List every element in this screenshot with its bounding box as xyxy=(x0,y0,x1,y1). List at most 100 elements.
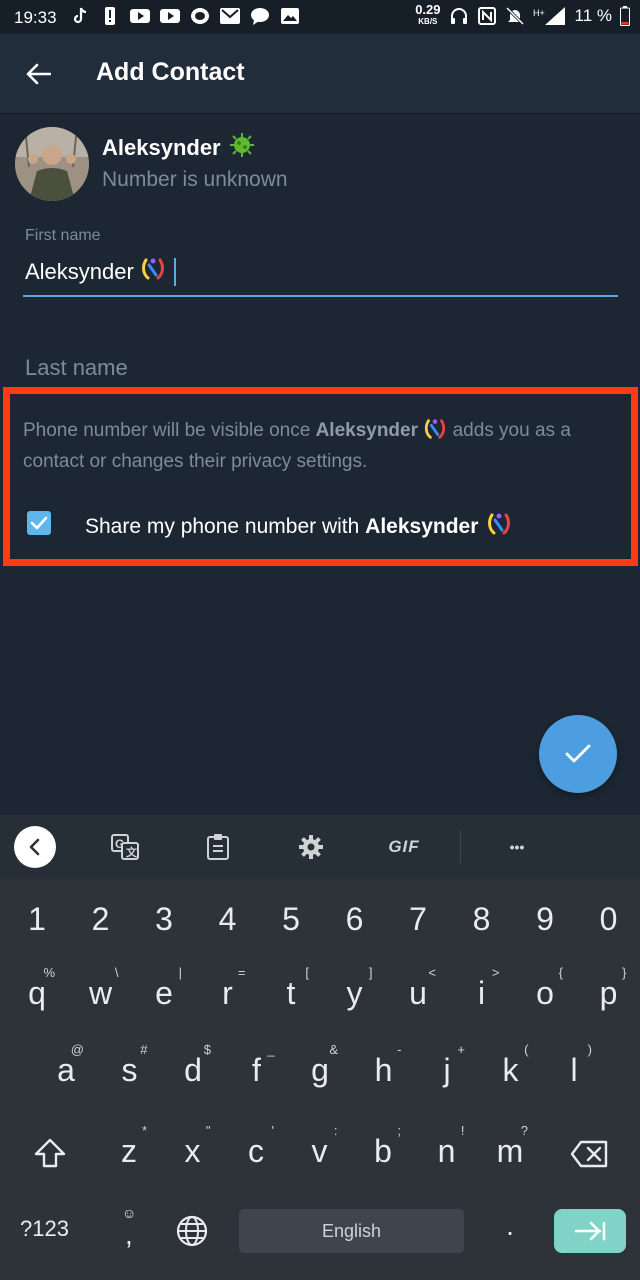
gif-button[interactable]: GIF xyxy=(386,832,422,862)
contact-name-text: Aleksynder xyxy=(102,135,221,160)
key-u[interactable]: u < xyxy=(386,965,450,1012)
key-hint: ; xyxy=(397,1123,401,1138)
key-s[interactable]: s # xyxy=(98,1042,162,1089)
key-z[interactable]: z * xyxy=(97,1123,161,1170)
key-label: x xyxy=(184,1133,201,1169)
collapse-keyboard-button[interactable] xyxy=(14,826,56,868)
key-k[interactable]: k( xyxy=(479,1042,543,1089)
key-hint: ! xyxy=(460,1123,465,1138)
key-5[interactable]: 5 xyxy=(259,901,323,938)
key-n[interactable]: n! xyxy=(415,1123,479,1170)
key-hint: " xyxy=(205,1123,211,1138)
key-p[interactable]: p} xyxy=(577,965,640,1012)
key-d[interactable]: d $ xyxy=(161,1042,225,1089)
status-bar: 19:33 0.29 KB/S H+ 11 % xyxy=(0,0,640,34)
key-m[interactable]: m? xyxy=(478,1123,542,1170)
key-label: v xyxy=(311,1133,328,1169)
key-hint: } xyxy=(622,965,627,980)
key-4[interactable]: 4 xyxy=(196,901,260,938)
key-1[interactable]: 1 xyxy=(5,901,69,938)
key-a[interactable]: a @ xyxy=(34,1042,98,1089)
key-f[interactable]: f _ xyxy=(225,1042,289,1089)
key-l[interactable]: l) xyxy=(542,1042,606,1089)
key-hint: # xyxy=(140,1042,148,1057)
tiktok-icon xyxy=(70,7,90,25)
translate-icon[interactable]: G文 xyxy=(110,832,140,862)
key-label: 1 xyxy=(28,901,46,937)
key-hint: & xyxy=(329,1042,338,1057)
key-v[interactable]: v: xyxy=(288,1123,352,1170)
signal-icon: H+ xyxy=(533,7,567,25)
key-label: m xyxy=(496,1133,524,1169)
enter-key[interactable] xyxy=(554,1209,626,1253)
backspace-key[interactable] xyxy=(570,1140,610,1170)
key-2[interactable]: 2 xyxy=(69,901,133,938)
mute-icon xyxy=(505,7,525,25)
space-key[interactable]: English xyxy=(239,1209,464,1253)
key-label: 2 xyxy=(91,901,110,937)
settings-icon[interactable] xyxy=(297,832,325,862)
key-j[interactable]: j + xyxy=(415,1042,479,1089)
key-hint: < xyxy=(428,965,436,980)
key-hint: @ xyxy=(70,1042,84,1057)
check-icon xyxy=(30,516,48,530)
text-cursor xyxy=(173,258,176,286)
key-h[interactable]: h- xyxy=(352,1042,416,1089)
notification-icons xyxy=(70,7,300,25)
tab-arrow-icon xyxy=(574,1221,606,1241)
key-g[interactable]: g & xyxy=(288,1042,352,1089)
keyboard-toolbar: G文 GIF ••• xyxy=(0,815,640,879)
key-x[interactable]: x " xyxy=(161,1123,225,1170)
period-key[interactable]: . xyxy=(500,1210,520,1242)
globe-icon xyxy=(176,1215,208,1247)
key-y[interactable]: y] xyxy=(323,965,387,1012)
key-e[interactable]: e | xyxy=(132,965,196,1012)
key-c[interactable]: c ' xyxy=(224,1123,288,1170)
key-label: s xyxy=(121,1052,138,1088)
key-9[interactable]: 9 xyxy=(513,901,577,938)
key-label: 4 xyxy=(218,901,237,937)
key-label: q xyxy=(28,975,46,1011)
comma-key[interactable]: ☺ , xyxy=(116,1205,144,1251)
key-o[interactable]: o{ xyxy=(513,965,577,1012)
key-label: 8 xyxy=(472,901,491,937)
network-speed: 0.29 KB/S xyxy=(415,2,441,26)
clipboard-icon[interactable] xyxy=(205,832,231,862)
symbols-key[interactable]: ?123 xyxy=(20,1216,69,1242)
privacy-info-text: Phone number will be visible once Aleksy… xyxy=(23,417,623,475)
key-hint: | xyxy=(178,965,182,980)
youtube-icon xyxy=(160,7,180,25)
shift-key[interactable] xyxy=(32,1137,70,1171)
key-3[interactable]: 3 xyxy=(132,901,196,938)
confirm-button[interactable] xyxy=(539,715,617,793)
key-r[interactable]: r = xyxy=(196,965,260,1012)
check-icon xyxy=(565,744,591,763)
language-key[interactable] xyxy=(176,1215,210,1249)
key-w[interactable]: w \ xyxy=(69,965,133,1012)
key-i[interactable]: i > xyxy=(450,965,514,1012)
key-t[interactable]: t[ xyxy=(259,965,323,1012)
share-phone-checkbox[interactable] xyxy=(27,511,51,535)
first-name-field[interactable]: Aleksynder xyxy=(25,256,176,288)
back-button[interactable] xyxy=(18,56,58,92)
key-6[interactable]: 6 xyxy=(323,901,387,938)
first-name-label: First name xyxy=(25,227,101,244)
key-b[interactable]: b; xyxy=(351,1123,415,1170)
avatar[interactable] xyxy=(15,127,89,201)
key-hint: ( xyxy=(524,1042,529,1057)
key-0[interactable]: 0 xyxy=(577,901,640,938)
key-label: 6 xyxy=(345,901,364,937)
key-label: t xyxy=(286,975,296,1011)
key-8[interactable]: 8 xyxy=(450,901,514,938)
last-name-field[interactable]: Last name xyxy=(25,355,128,381)
key-7[interactable]: 7 xyxy=(386,901,450,938)
share-phone-label[interactable]: Share my phone number with Aleksynder xyxy=(85,511,512,543)
key-q[interactable]: q% xyxy=(5,965,69,1012)
more-options-button[interactable]: ••• xyxy=(502,832,532,862)
key-hint: ' xyxy=(271,1123,274,1138)
key-hint: ? xyxy=(520,1123,528,1138)
arrow-left-icon xyxy=(26,63,51,85)
key-label: 5 xyxy=(282,901,300,937)
key-label: b xyxy=(374,1133,392,1169)
key-hint: > xyxy=(491,965,500,980)
